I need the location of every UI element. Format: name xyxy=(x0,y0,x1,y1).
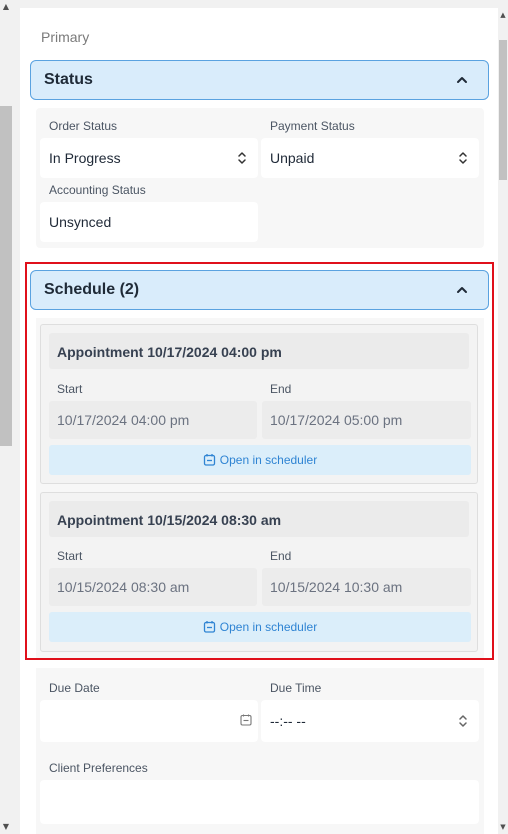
up-down-chevron-icon xyxy=(238,152,246,164)
appointment-card: Appointment 10/17/2024 04:00 pm Start 10… xyxy=(40,324,478,484)
payment-status-select[interactable]: Unpaid xyxy=(261,138,479,178)
appointment-header: Appointment 10/15/2024 08:30 am xyxy=(49,501,469,537)
schedule-accordion-body: Appointment 10/17/2024 04:00 pm Start 10… xyxy=(36,318,484,658)
calendar-icon[interactable] xyxy=(240,714,252,726)
scroll-up-arrow-icon[interactable]: ▲ xyxy=(498,8,508,22)
open-in-scheduler-label: Open in scheduler xyxy=(219,453,318,467)
scroll-down-arrow-icon[interactable]: ▼ xyxy=(498,820,508,834)
end-label: End xyxy=(270,382,292,396)
chevron-up-icon[interactable] xyxy=(456,74,468,86)
order-status-value: In Progress xyxy=(49,150,121,166)
appointment-title: Appointment 10/17/2024 04:00 pm xyxy=(57,344,282,360)
accounting-status-field: Unsynced xyxy=(40,202,258,242)
status-accordion-body: Order Status In Progress Payment Status … xyxy=(36,108,484,248)
end-value: 10/17/2024 05:00 pm xyxy=(270,412,403,428)
calendar-icon xyxy=(203,621,215,633)
open-in-scheduler-button[interactable]: Open in scheduler xyxy=(49,445,471,475)
accounting-status-label: Accounting Status xyxy=(49,183,146,197)
due-time-label: Due Time xyxy=(270,681,322,695)
start-field: 10/17/2024 04:00 pm xyxy=(49,401,257,439)
accounting-status-value: Unsynced xyxy=(49,214,112,230)
due-time-value: --:-- -- xyxy=(270,713,306,729)
end-field: 10/15/2024 10:30 am xyxy=(262,568,471,606)
appointment-card: Appointment 10/15/2024 08:30 am Start 10… xyxy=(40,492,478,652)
up-down-chevron-icon xyxy=(459,152,467,164)
start-value: 10/17/2024 04:00 pm xyxy=(57,412,190,428)
status-accordion-header[interactable]: Status xyxy=(30,60,489,100)
status-title: Status xyxy=(44,71,93,88)
payment-status-value: Unpaid xyxy=(270,150,315,166)
due-date-input[interactable] xyxy=(40,700,258,742)
section-label: Primary xyxy=(41,29,90,45)
appointment-title: Appointment 10/15/2024 08:30 am xyxy=(57,512,282,528)
up-down-chevron-icon[interactable] xyxy=(458,714,468,728)
chevron-up-icon[interactable] xyxy=(456,284,468,296)
schedule-title: Schedule (2) xyxy=(44,281,140,298)
open-in-scheduler-label: Open in scheduler xyxy=(219,620,318,634)
end-label: End xyxy=(270,549,292,563)
client-preferences-input[interactable] xyxy=(40,780,479,824)
panel-scrollbar[interactable]: ▲ ▼ xyxy=(498,8,508,834)
client-preferences-label: Client Preferences xyxy=(49,761,148,775)
details-panel: Primary Status Order Status In Progress … xyxy=(20,8,498,834)
end-field: 10/17/2024 05:00 pm xyxy=(262,401,471,439)
due-date-label: Due Date xyxy=(49,681,100,695)
start-label: Start xyxy=(57,549,83,563)
panel-scrollbar-thumb[interactable] xyxy=(499,40,507,180)
due-time-input[interactable]: --:-- -- xyxy=(261,700,479,742)
calendar-icon xyxy=(203,454,215,466)
due-details-section: Due Date Due Time --:-- -- Client Prefer… xyxy=(36,668,484,834)
payment-status-label: Payment Status xyxy=(270,119,355,133)
outer-scrollbar-thumb[interactable] xyxy=(0,106,12,446)
scroll-down-arrow-icon[interactable]: ▼ xyxy=(0,820,12,834)
order-status-label: Order Status xyxy=(49,119,118,133)
order-status-select[interactable]: In Progress xyxy=(40,138,258,178)
start-label: Start xyxy=(57,382,83,396)
scroll-up-arrow-icon[interactable]: ▲ xyxy=(0,0,12,14)
open-in-scheduler-button[interactable]: Open in scheduler xyxy=(49,612,471,642)
end-value: 10/15/2024 10:30 am xyxy=(270,579,403,595)
start-value: 10/15/2024 08:30 am xyxy=(57,579,190,595)
appointment-header: Appointment 10/17/2024 04:00 pm xyxy=(49,333,469,369)
start-field: 10/15/2024 08:30 am xyxy=(49,568,257,606)
outer-scrollbar[interactable]: ▲ ▼ xyxy=(0,0,12,834)
schedule-accordion-header[interactable]: Schedule (2) xyxy=(30,270,489,310)
